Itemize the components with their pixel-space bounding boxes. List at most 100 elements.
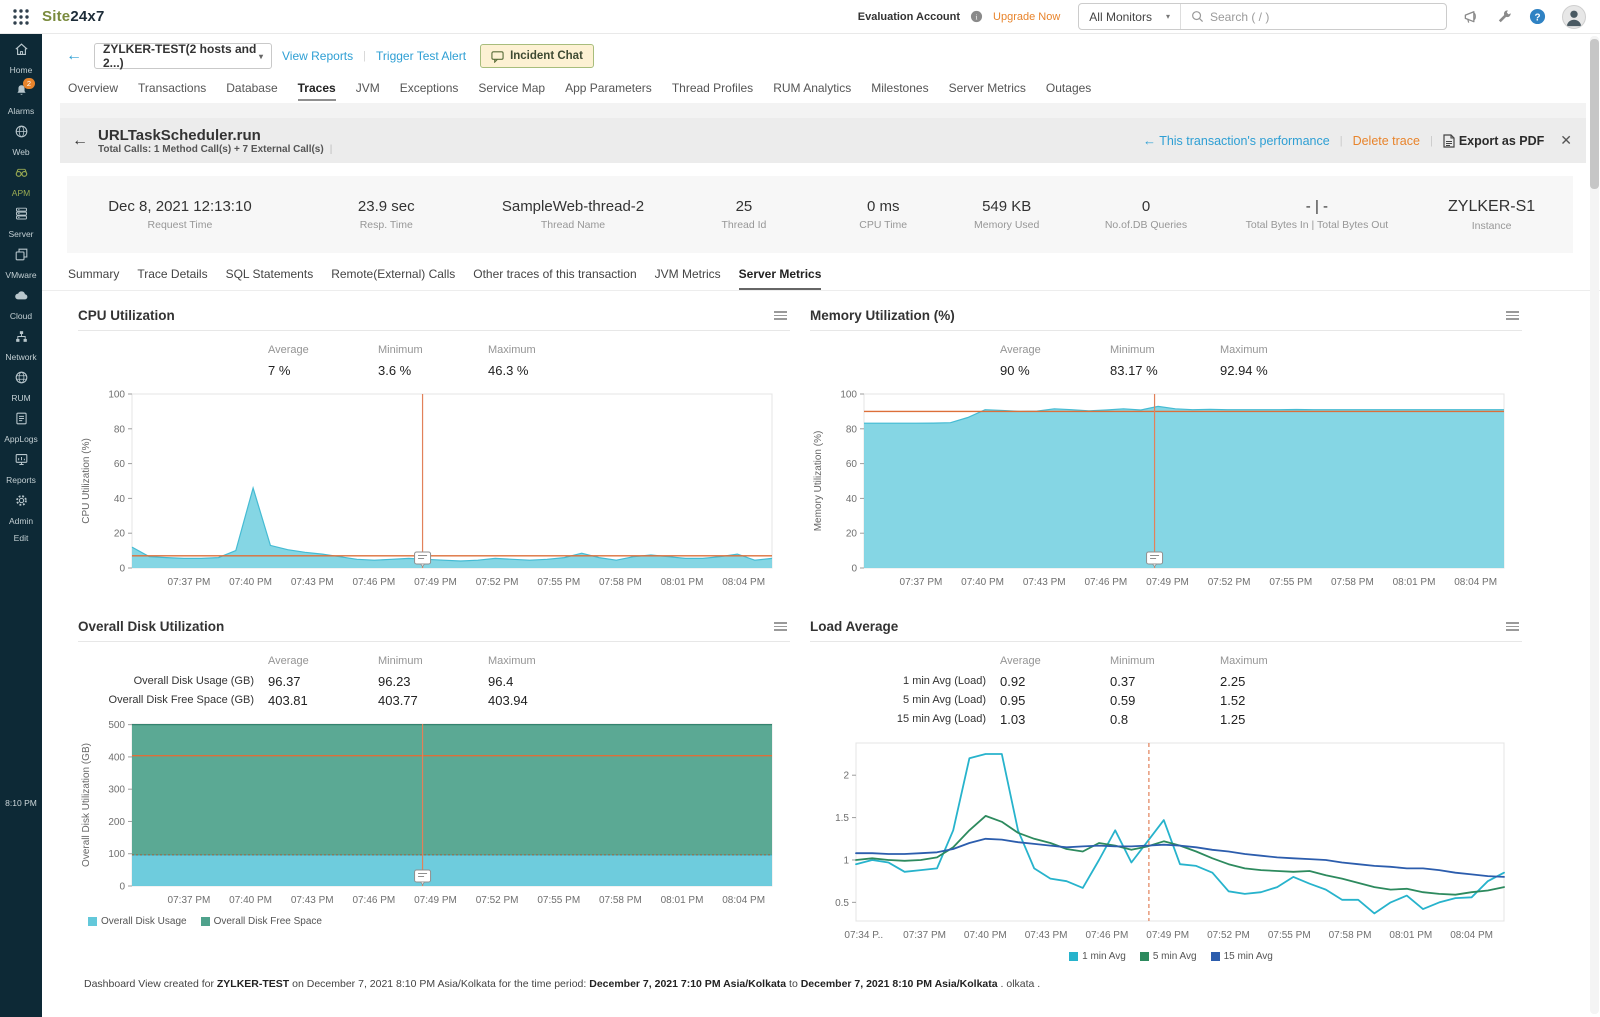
sidebar-item-rum[interactable]: RUM bbox=[0, 362, 42, 403]
announcement-icon[interactable] bbox=[1463, 8, 1480, 25]
subtab-trace-details[interactable]: Trace Details bbox=[137, 267, 207, 290]
subtab-sql-statements[interactable]: SQL Statements bbox=[226, 267, 314, 290]
legend-item-5-min-avg[interactable]: 5 min Avg bbox=[1139, 951, 1197, 962]
transaction-performance-link[interactable]: ← This transaction's performance bbox=[1143, 133, 1330, 148]
footer-text: . olkata . bbox=[997, 978, 1041, 990]
close-icon[interactable]: ✕ bbox=[1560, 132, 1572, 149]
tab-milestones[interactable]: Milestones bbox=[871, 81, 928, 101]
tab-thread-profiles[interactable]: Thread Profiles bbox=[672, 81, 753, 101]
user-avatar[interactable] bbox=[1562, 4, 1586, 29]
back-icon-trace[interactable]: ← bbox=[60, 132, 98, 150]
subtab-remote-external-calls[interactable]: Remote(External) Calls bbox=[331, 267, 455, 290]
search-input[interactable] bbox=[1210, 9, 1420, 24]
search-box[interactable] bbox=[1181, 9, 1446, 24]
all-monitors-dropdown[interactable]: All Monitors ▾ bbox=[1079, 4, 1181, 29]
subtab-server-metrics[interactable]: Server Metrics bbox=[738, 267, 822, 290]
sidebar-clock: 8:10 PM bbox=[5, 798, 37, 808]
delete-trace-link[interactable]: Delete trace bbox=[1353, 134, 1420, 148]
metric-label: Instance bbox=[1471, 219, 1512, 232]
tab-database[interactable]: Database bbox=[226, 81, 277, 101]
disk-menu-icon[interactable] bbox=[771, 619, 790, 634]
memory-menu-icon[interactable] bbox=[1503, 308, 1522, 323]
subtab-jvm-metrics[interactable]: JVM Metrics bbox=[655, 267, 721, 290]
stats-row-label: 5 min Avg (Load) bbox=[903, 694, 986, 706]
trigger-test-alert-link[interactable]: Trigger Test Alert bbox=[376, 49, 466, 63]
site24x7-logo[interactable]: Site24x7 bbox=[42, 8, 104, 25]
tab-overview[interactable]: Overview bbox=[68, 81, 118, 101]
tab-traces[interactable]: Traces bbox=[297, 81, 336, 101]
svg-text:08:04 PM: 08:04 PM bbox=[722, 577, 765, 588]
help-icon[interactable]: ? bbox=[1529, 8, 1546, 25]
sidebar-item-edit[interactable]: Edit bbox=[0, 526, 42, 567]
sidebar-item-applogs[interactable]: AppLogs bbox=[0, 403, 42, 444]
scrollbar-track[interactable] bbox=[1590, 36, 1599, 1014]
disk-chart[interactable]: 0 100 200 300 400 500 07:37 PM 07:40 PM 07:43 PM… bbox=[78, 716, 780, 912]
tab-rum-analytics[interactable]: RUM Analytics bbox=[773, 81, 851, 101]
legend-item-overall-disk-usage[interactable]: Overall Disk Usage bbox=[88, 916, 187, 927]
tab-app-parameters[interactable]: App Parameters bbox=[565, 81, 652, 101]
chat-icon bbox=[491, 50, 504, 63]
tab-outages[interactable]: Outages bbox=[1046, 81, 1091, 101]
subtab-summary[interactable]: Summary bbox=[68, 267, 119, 290]
svg-text:0: 0 bbox=[851, 564, 857, 575]
scrollbar-thumb[interactable] bbox=[1590, 39, 1599, 189]
sidebar-item-label: Cloud bbox=[9, 311, 33, 321]
wrench-icon[interactable] bbox=[1496, 8, 1513, 25]
stats-row: Overall Disk Free Space (GB) 403.81 403.77… bbox=[78, 691, 790, 710]
sidebar-item-home[interactable]: Home bbox=[0, 34, 42, 75]
sidebar-item-apm[interactable]: APM bbox=[0, 157, 42, 198]
svg-text:07:55 PM: 07:55 PM bbox=[537, 895, 580, 906]
stats-row: 90 % 83.17 % 92.94 % bbox=[810, 361, 1522, 380]
cpu-menu-icon[interactable] bbox=[771, 308, 790, 323]
back-icon[interactable]: ← bbox=[66, 47, 82, 65]
tab-server-metrics[interactable]: Server Metrics bbox=[949, 81, 1026, 101]
upgrade-now-link[interactable]: Upgrade Now bbox=[993, 11, 1060, 23]
legend-item-15-min-avg[interactable]: 15 min Avg bbox=[1210, 951, 1273, 962]
admin-icon bbox=[13, 492, 30, 514]
disk-stats-table: Average Minimum Maximum Overall Disk Usage … bbox=[78, 642, 790, 712]
tab-service-map[interactable]: Service Map bbox=[478, 81, 545, 101]
svg-text:100: 100 bbox=[108, 390, 125, 401]
sidebar-item-vmware[interactable]: VMware bbox=[0, 239, 42, 280]
tab-jvm[interactable]: JVM bbox=[356, 81, 380, 101]
view-reports-link[interactable]: View Reports bbox=[282, 49, 353, 63]
export-pdf-link[interactable]: Export as PDF bbox=[1443, 134, 1544, 148]
info-icon[interactable]: i bbox=[970, 10, 983, 23]
tab-transactions[interactable]: Transactions bbox=[138, 81, 206, 101]
incident-chat-button[interactable]: Incident Chat bbox=[480, 44, 594, 68]
metric-value: 25 bbox=[735, 198, 753, 215]
svg-text:20: 20 bbox=[114, 529, 126, 540]
svg-text:0: 0 bbox=[119, 564, 125, 575]
cpu-chart[interactable]: 0 20 40 60 80 100 07:37 PM 07:40 PM 07:43 PM 07:4… bbox=[78, 386, 780, 594]
metric-value: SampleWeb-thread-2 bbox=[501, 198, 645, 215]
sidebar-item-reports[interactable]: Reports bbox=[0, 444, 42, 485]
svg-text:07:52 PM: 07:52 PM bbox=[1207, 930, 1250, 941]
footer-text: December 7, 2021 7:10 PM Asia/Kolkata bbox=[589, 978, 787, 990]
sidebar-item-alarms[interactable]: Alarms 2 bbox=[0, 75, 42, 116]
sidebar-item-network[interactable]: Network bbox=[0, 321, 42, 362]
sidebar-item-cloud[interactable]: Cloud bbox=[0, 280, 42, 321]
legend-item-1-min-avg[interactable]: 1 min Avg bbox=[1069, 951, 1126, 962]
svg-text:07:37 PM: 07:37 PM bbox=[168, 895, 211, 906]
cpu-stats-table: Average Minimum Maximum 7 % 3.6 % 46.3 % bbox=[78, 331, 790, 382]
sidebar-item-admin[interactable]: Admin bbox=[0, 485, 42, 526]
svg-text:100: 100 bbox=[840, 390, 857, 401]
stats-value: 3.6 % bbox=[378, 363, 412, 378]
metric-memory-used: 549 KB Memory Used bbox=[945, 198, 1068, 231]
trace-summary-panel: Dec 8, 2021 12:13:10 Request Time 23.9 sec… bbox=[67, 176, 1573, 253]
monitor-selector-dropdown[interactable]: ZYLKER-TEST(2 hosts and 2...) ▾ bbox=[94, 42, 272, 70]
apps-grid-icon[interactable] bbox=[12, 8, 30, 26]
load-chart[interactable]: 0.5 1 1.5 2 07:34 P.. 07:37 PM 07:40 PM 07:43 P… bbox=[810, 735, 1512, 947]
svg-text:40: 40 bbox=[114, 494, 126, 505]
svg-text:07:40 PM: 07:40 PM bbox=[964, 930, 1007, 941]
sidebar-item-server[interactable]: Server bbox=[0, 198, 42, 239]
sidebar-item-web[interactable]: Web bbox=[0, 116, 42, 157]
load-menu-icon[interactable] bbox=[1503, 619, 1522, 634]
tab-exceptions[interactable]: Exceptions bbox=[400, 81, 459, 101]
legend-item-overall-disk-free-space[interactable]: Overall Disk Free Space bbox=[200, 916, 322, 927]
memory-chart[interactable]: 0 20 40 60 80 100 07:37 PM 07:40 PM 07:43 PM 07:4… bbox=[810, 386, 1512, 594]
subtab-other-traces-of-this-transaction[interactable]: Other traces of this transaction bbox=[473, 267, 636, 290]
footer-text: Dashboard View created for bbox=[84, 978, 217, 990]
monitor-toolbar: ← ZYLKER-TEST(2 hosts and 2...) ▾ View R… bbox=[42, 34, 1600, 75]
metric-cpu-time: 0 ms CPU Time bbox=[821, 198, 944, 231]
